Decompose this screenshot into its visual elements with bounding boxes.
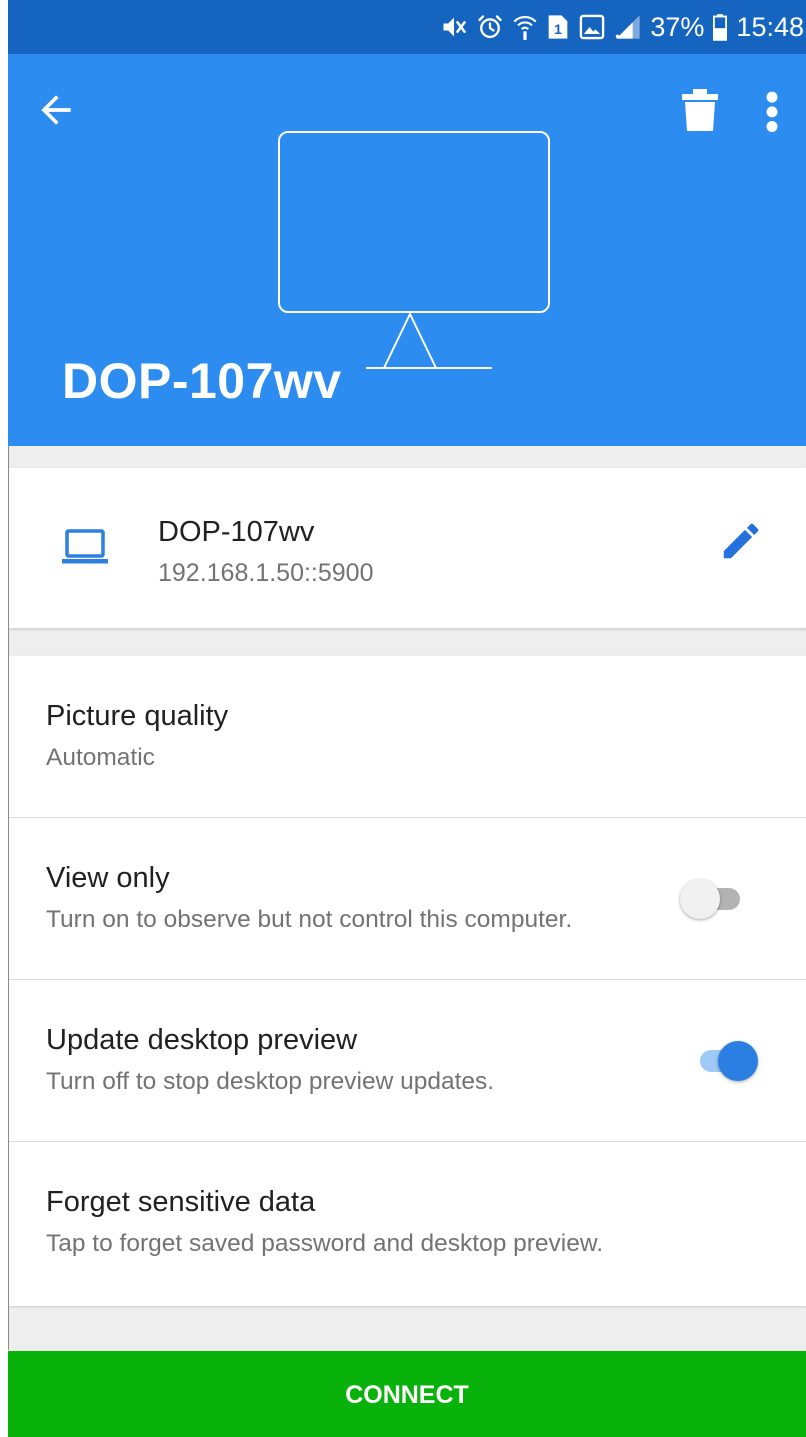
setting-subtitle: Tap to forget saved password and desktop… [46, 1230, 604, 1257]
alarm-icon [476, 13, 504, 41]
edit-icon [723, 523, 759, 559]
back-arrow-icon [41, 95, 71, 125]
clock: 15:48 [736, 12, 804, 42]
trash-icon [682, 89, 718, 131]
device-info-card: DOP-107wv 192.168.1.50::5900 [8, 468, 806, 629]
battery-percent: 37% [650, 12, 705, 42]
wifi-calling-icon [512, 13, 538, 41]
setting-title: View only [46, 862, 170, 894]
sim-icon: 1 [546, 13, 570, 41]
more-options-button[interactable] [760, 88, 784, 132]
view-only-setting[interactable]: View only Turn on to observe but not con… [8, 818, 806, 980]
setting-title: Forget sensitive data [46, 1186, 316, 1218]
device-name: DOP-107wv [158, 516, 315, 548]
app-screen: 1 37% 15:48 DOP-107wv DOP-107wv 192.168.… [0, 0, 806, 1437]
toggle-thumb [680, 879, 720, 919]
monitor-illustration [278, 131, 550, 369]
settings-list: Picture quality Automatic View only Turn… [8, 656, 806, 1306]
sim-label: 1 [554, 21, 562, 37]
device-address: 192.168.1.50::5900 [158, 559, 374, 587]
back-button[interactable] [34, 88, 78, 132]
more-vert-icon [766, 91, 778, 132]
signal-icon [614, 13, 642, 41]
status-bar: 1 37% 15:48 [8, 0, 806, 54]
edit-button[interactable] [718, 518, 764, 564]
setting-subtitle: Turn on to observe but not control this … [46, 906, 573, 933]
device-header: DOP-107wv [8, 54, 806, 446]
toggle-thumb [718, 1041, 758, 1081]
view-only-toggle[interactable] [680, 876, 744, 922]
update-preview-toggle[interactable] [694, 1038, 758, 1084]
page-title: DOP-107wv [62, 353, 342, 409]
left-border-line [8, 445, 9, 1350]
setting-title: Update desktop preview [46, 1024, 358, 1056]
update-preview-setting[interactable]: Update desktop preview Turn off to stop … [8, 980, 806, 1142]
mute-icon [440, 13, 468, 41]
picture-quality-setting[interactable]: Picture quality Automatic [8, 656, 806, 818]
setting-value: Automatic [46, 744, 155, 771]
left-margin [0, 0, 8, 1437]
gallery-icon [578, 13, 606, 41]
delete-button[interactable] [680, 88, 720, 132]
forget-data-setting[interactable]: Forget sensitive data Tap to forget save… [8, 1142, 806, 1304]
setting-subtitle: Turn off to stop desktop preview updates… [46, 1068, 495, 1095]
connect-button[interactable]: CONNECT [8, 1351, 806, 1437]
laptop-icon [62, 529, 108, 564]
setting-title: Picture quality [46, 700, 229, 732]
battery-icon [712, 13, 728, 41]
status-icons: 1 37% 15:48 [440, 0, 804, 54]
